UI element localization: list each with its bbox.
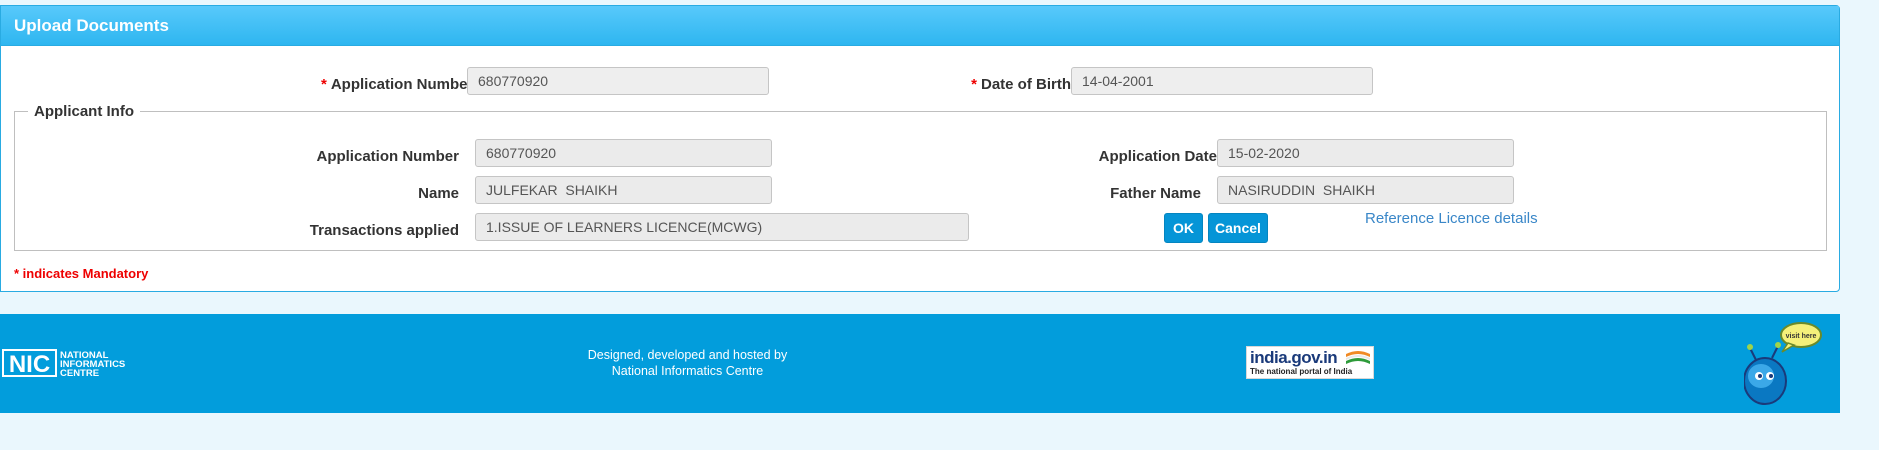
dob-label: * Date of Birth <box>971 76 1071 93</box>
application-date-field[interactable] <box>1217 139 1514 167</box>
father-name-field[interactable] <box>1217 176 1514 204</box>
transactions-applied-label: Transactions applied <box>309 222 459 239</box>
india-gov-tagline: The national portal of India <box>1250 367 1353 376</box>
application-number-search-label: * Application Number <box>321 76 473 93</box>
footer: NIC NATIONAL INFORMATICS CENTRE Designed… <box>0 314 1840 413</box>
nic-name-line3: CENTRE <box>60 368 99 379</box>
required-marker: * <box>971 76 977 93</box>
ok-button[interactable]: OK <box>1164 213 1203 243</box>
name-label: Name <box>418 185 459 202</box>
nic-logo-mark: NIC <box>9 351 50 378</box>
application-number-search-label-text: Application Number <box>330 76 474 93</box>
application-number-label: Application Number <box>316 148 459 165</box>
name-field[interactable] <box>475 176 772 204</box>
nic-logo[interactable]: NIC NATIONAL INFORMATICS CENTRE <box>2 349 142 379</box>
transactions-applied-field[interactable] <box>475 213 969 241</box>
mascot-bubble-text: visit here <box>1786 333 1817 340</box>
dob-label-text: Date of Birth <box>981 76 1071 93</box>
india-gov-logo[interactable]: india.gov.in The national portal of Indi… <box>1246 346 1374 379</box>
cancel-button[interactable]: Cancel <box>1208 213 1268 243</box>
application-date-label: Application Date <box>1098 148 1217 165</box>
mandatory-note: * indicates Mandatory <box>14 266 149 281</box>
required-marker: * <box>321 76 327 93</box>
footer-credits: Designed, developed and hosted by Nation… <box>560 347 815 379</box>
applicant-info-legend: Applicant Info <box>34 103 134 120</box>
panel-title: Upload Documents <box>1 6 1839 46</box>
footer-credits-line2: National Informatics Centre <box>611 364 764 378</box>
footer-credits-line1: Designed, developed and hosted by <box>587 348 788 362</box>
father-name-label: Father Name <box>1110 185 1201 202</box>
india-flag-icon <box>1346 351 1370 364</box>
application-number-search-input[interactable] <box>467 67 769 95</box>
dob-input[interactable] <box>1071 67 1373 95</box>
upload-documents-panel: Upload Documents *Application Number *Da… <box>0 5 1840 292</box>
application-number-field[interactable] <box>475 139 772 167</box>
mascot-icon[interactable]: visit here <box>1744 318 1824 408</box>
reference-licence-details-link[interactable]: Reference Licence details <box>1365 210 1538 227</box>
india-gov-title: india.gov.in <box>1250 348 1338 367</box>
